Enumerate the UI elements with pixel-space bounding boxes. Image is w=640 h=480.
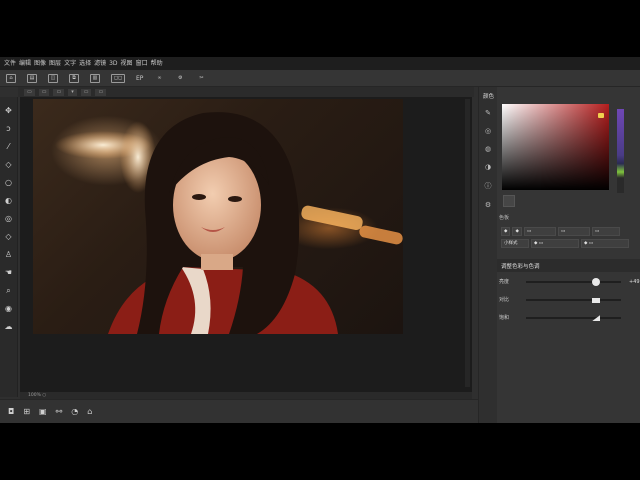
slider-row-brightness: 亮度 +49: [499, 277, 640, 287]
home-icon[interactable]: ⌂: [6, 73, 16, 83]
color-swatch[interactable]: [503, 195, 515, 207]
slider-track[interactable]: [526, 299, 621, 301]
zoom-icon[interactable]: ◻◻: [111, 73, 125, 83]
swatch-label: 色板: [499, 215, 510, 221]
stamp-tool-icon[interactable]: ◎: [4, 213, 14, 224]
menu-select[interactable]: 选择: [79, 57, 91, 70]
lasso-tool-icon[interactable]: ↄ: [4, 123, 14, 134]
prop-cell[interactable]: ◆ ▭: [531, 239, 579, 248]
option-2[interactable]: ▭: [38, 88, 50, 96]
slider-row-saturation: 饱和: [499, 313, 639, 323]
menu-edit[interactable]: 编辑: [19, 57, 31, 70]
zoom-status: 100% ○: [28, 393, 47, 398]
menu-layer[interactable]: 图层: [49, 57, 61, 70]
mask-icon[interactable]: ◔: [71, 407, 78, 416]
prop-cell[interactable]: ◆: [512, 227, 522, 236]
panel-icon-strip: ✎ ◎ ◍ ◑ ⓘ ⚙: [479, 87, 497, 423]
settings-icon[interactable]: ⚙: [175, 74, 185, 83]
eye-tool-icon[interactable]: ◉: [4, 303, 14, 314]
copy-icon[interactable]: ⧉: [69, 73, 79, 83]
layers-icon[interactable]: ◫: [48, 73, 58, 83]
menu-file[interactable]: 文件: [4, 57, 16, 70]
option-dropdown[interactable]: ▾: [68, 88, 77, 96]
bottom-toolbar: ◘ ⊞ ▣ ⚯ ◔ ⌂: [0, 399, 478, 423]
slider-thumb[interactable]: [592, 278, 601, 286]
tools-panel: ✥ ↄ ⁄ ◇ ○ ◐ ◎ ◇ ♙ ☚ ⌕ ◉ ☁: [0, 97, 18, 397]
color-picker-cursor[interactable]: [598, 113, 604, 118]
menu-filter[interactable]: 滤镜: [94, 57, 106, 70]
link-icon[interactable]: ∞: [154, 74, 164, 83]
crop-icon[interactable]: ✂: [196, 74, 206, 83]
zoom-tool-icon[interactable]: ⌕: [4, 285, 14, 296]
menu-type[interactable]: 文字: [64, 57, 76, 70]
menu-bar: 文件 编辑 图像 图层 文字 选择 滤镜 3D 视图 窗口 帮助: [0, 57, 640, 70]
trash-icon[interactable]: ⌂: [87, 407, 92, 416]
menu-view[interactable]: 视图: [121, 57, 133, 70]
option-5[interactable]: ▭: [95, 88, 107, 96]
trash-icon[interactable]: ▥: [90, 73, 100, 83]
info-icon[interactable]: ⓘ: [485, 181, 492, 191]
adjust-icon[interactable]: ⚯: [56, 407, 63, 416]
top-toolbar: ⌂ ▤ ◫ ⧉ ▥ ◻◻ EP ∞ ⚙ ✂: [0, 70, 640, 87]
menu-3d[interactable]: 3D: [109, 57, 117, 70]
hand-tool-icon[interactable]: ☚: [4, 267, 14, 278]
menu-window[interactable]: 窗口: [136, 57, 148, 70]
prop-cell[interactable]: ◆ ▭: [581, 239, 629, 248]
brush-icon[interactable]: ✎: [485, 109, 491, 117]
properties-row-1: ◆ ◆ ▭ ▭ ▭: [501, 227, 620, 236]
status-strip: 100% ○: [20, 392, 472, 399]
portrait-photo[interactable]: [33, 99, 403, 334]
menu-help[interactable]: 帮助: [151, 57, 163, 70]
person-tool-icon[interactable]: ♙: [4, 249, 14, 260]
vertical-scrollbar[interactable]: [465, 99, 470, 387]
option-1[interactable]: ▭: [24, 88, 35, 96]
slider-label: 亮度: [499, 279, 510, 285]
cloud-tool-icon[interactable]: ☁: [4, 321, 14, 332]
adjustments-title: 调整色彩与色调: [501, 263, 540, 270]
options-bar: ▭ ▭ ▭ ▾ ▭ ▭: [18, 87, 474, 97]
menu-image[interactable]: 图像: [34, 57, 46, 70]
prop-cell[interactable]: 小样式: [501, 239, 529, 248]
gear-icon[interactable]: ⚙: [485, 201, 491, 209]
adjustments-header: 调整色彩与色调: [497, 259, 640, 272]
image-icon[interactable]: ▣: [39, 407, 47, 416]
slider-row-contrast: 对比: [499, 295, 639, 305]
brush-tool-icon[interactable]: ⁄: [4, 141, 14, 152]
slider-label: 对比: [499, 297, 510, 303]
color-panel-title: 颜色: [483, 94, 495, 100]
prop-cell[interactable]: ◆: [501, 227, 511, 236]
prop-cell[interactable]: ▭: [523, 227, 556, 236]
prop-cell[interactable]: ▭: [591, 227, 620, 236]
hue-slider[interactable]: [617, 109, 624, 193]
option-3[interactable]: ▭: [53, 88, 65, 96]
photo-editor-window: 文件 编辑 图像 图层 文字 选择 滤镜 3D 视图 窗口 帮助 ⌂ ▤ ◫ ⧉…: [0, 57, 640, 423]
right-panel: ✎ ◎ ◍ ◑ ⓘ ⚙ 颜色 色板 ◆ ◆ ▭ ▭ ▭ 小样式 ◆ ▭ ◆ ▭ …: [478, 87, 640, 423]
move-tool-icon[interactable]: ✥: [4, 105, 14, 116]
slider-label: 饱和: [499, 315, 510, 321]
circle-icon[interactable]: ◎: [485, 127, 491, 135]
new-doc-icon[interactable]: ▤: [27, 73, 37, 83]
eraser-tool-icon[interactable]: ◇: [4, 159, 14, 170]
ellipse-tool-icon[interactable]: ○: [4, 177, 14, 188]
prop-cell[interactable]: ▭: [557, 227, 590, 236]
bubble-icon[interactable]: ◍: [485, 145, 491, 153]
color-picker-field[interactable]: [502, 104, 609, 190]
camera-icon[interactable]: ◘: [8, 407, 14, 416]
portrait-illustration: [55, 112, 403, 334]
palette-icon[interactable]: ◑: [485, 163, 491, 171]
slider-value: +49: [629, 279, 640, 285]
slider-thumb[interactable]: [592, 298, 601, 303]
slider-track[interactable]: [526, 317, 621, 319]
gradient-tool-icon[interactable]: ◐: [4, 195, 14, 206]
ep-label[interactable]: EP: [136, 75, 143, 82]
layers-icon[interactable]: ⊞: [23, 407, 30, 416]
canvas-area[interactable]: [20, 97, 472, 392]
properties-row-2: 小样式 ◆ ▭ ◆ ▭: [501, 239, 629, 248]
shape-tool-icon[interactable]: ◇: [4, 231, 14, 242]
slider-track[interactable]: [526, 281, 621, 283]
option-4[interactable]: ▭: [80, 88, 92, 96]
